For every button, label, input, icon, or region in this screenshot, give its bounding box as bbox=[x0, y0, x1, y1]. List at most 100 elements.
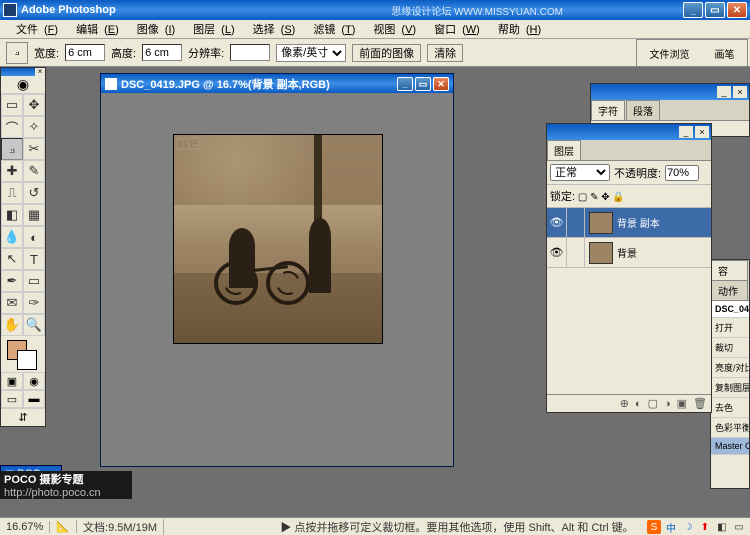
app-title: Adobe Photoshop bbox=[21, 4, 116, 16]
menu-window[interactable]: 窗口(W) bbox=[422, 19, 486, 39]
wand-tool[interactable]: ✧ bbox=[23, 116, 45, 138]
dodge-tool[interactable]: ◐ bbox=[23, 226, 45, 248]
hist-desat[interactable]: 去色 bbox=[711, 398, 749, 418]
shape-tool[interactable]: ▭ bbox=[23, 270, 45, 292]
lasso-tool[interactable]: ⌒ bbox=[1, 116, 23, 138]
menu-edit[interactable]: 编辑(E) bbox=[64, 19, 125, 39]
menu-help[interactable]: 帮助(H) bbox=[486, 19, 547, 39]
visibility-icon[interactable]: 👁 bbox=[547, 238, 567, 267]
tray-sogou-icon[interactable]: S bbox=[647, 520, 661, 534]
hist-color-balance[interactable]: 色彩平衡 bbox=[711, 418, 749, 438]
tray-ime-icon[interactable]: 中 bbox=[664, 520, 678, 534]
tray-moon-icon[interactable]: ☽ bbox=[681, 520, 695, 534]
lock-label: 锁定: bbox=[550, 191, 575, 203]
opacity-input[interactable] bbox=[665, 165, 699, 181]
dock-brushes[interactable]: 画笔 bbox=[715, 46, 735, 61]
crop-tool-icon[interactable]: ⟓ bbox=[6, 42, 28, 64]
path-tool[interactable]: ↖ bbox=[1, 248, 23, 270]
height-input[interactable] bbox=[142, 44, 182, 61]
minimize-button[interactable]: _ bbox=[683, 2, 703, 18]
hist-dup-layer[interactable]: 复制图层 bbox=[711, 378, 749, 398]
marquee-tool[interactable]: ▭ bbox=[1, 94, 23, 116]
pen-tool[interactable]: ✒ bbox=[1, 270, 23, 292]
close-button[interactable]: ✕ bbox=[727, 2, 747, 18]
layer-row-bg[interactable]: 👁 背景 bbox=[547, 238, 711, 268]
resolution-unit-select[interactable]: 像素/英寸 bbox=[276, 44, 346, 62]
eraser-tool[interactable]: ◧ bbox=[1, 204, 23, 226]
heal-tool[interactable]: ✚ bbox=[1, 160, 23, 182]
hist-doc[interactable]: DSC_04 bbox=[711, 301, 749, 318]
folder-icon[interactable]: ▢ bbox=[648, 397, 658, 410]
standard-mode-icon[interactable]: ▣ bbox=[1, 372, 23, 390]
maximize-button[interactable]: ▭ bbox=[705, 2, 725, 18]
tab-paragraph[interactable]: 段落 bbox=[626, 100, 660, 120]
menu-layer[interactable]: 图层(L) bbox=[181, 19, 240, 39]
toolbox-close[interactable]: × bbox=[35, 68, 45, 76]
doc-maximize-button[interactable]: ▭ bbox=[415, 77, 431, 91]
front-image-button[interactable]: 前面的图像 bbox=[352, 44, 421, 62]
gradient-tool[interactable]: ▦ bbox=[23, 204, 45, 226]
visibility-icon[interactable]: 👁 bbox=[547, 208, 567, 237]
screen-full-icon[interactable]: ▬ bbox=[23, 390, 45, 408]
menu-file[interactable]: 文件(F) bbox=[4, 19, 64, 39]
layer-row-copy[interactable]: 👁 背景 副本 bbox=[547, 208, 711, 238]
menu-image[interactable]: 图像(I) bbox=[125, 19, 181, 39]
document-title: DSC_0419.JPG @ 16.7%(背景 副本,RGB) bbox=[121, 76, 330, 92]
canvas[interactable]: 01'巴 bbox=[173, 134, 383, 344]
hist-crop[interactable]: 裁切 bbox=[711, 338, 749, 358]
image-content: 01'巴 bbox=[174, 135, 382, 343]
ps-eye-icon: ◉ bbox=[17, 76, 29, 93]
layers-panel-close[interactable]: × bbox=[695, 126, 709, 138]
hand-tool[interactable]: ✋ bbox=[1, 314, 23, 336]
jump-to-icon[interactable]: ⇵ bbox=[18, 411, 27, 424]
tray-pad-icon[interactable]: ▭ bbox=[732, 520, 746, 534]
menu-filter[interactable]: 滤镜(T) bbox=[301, 19, 361, 39]
mask-icon[interactable]: ◐ bbox=[635, 398, 642, 410]
tab-history[interactable]: 容 bbox=[711, 260, 748, 280]
system-tray: S 中 ☽ ⬆ ◧ ▭ bbox=[647, 520, 746, 534]
doc-minimize-button[interactable]: _ bbox=[397, 77, 413, 91]
eyedropper-tool[interactable]: ✑ bbox=[23, 292, 45, 314]
move-tool[interactable]: ✥ bbox=[23, 94, 45, 116]
hist-open[interactable]: 打开 bbox=[711, 318, 749, 338]
char-panel-close[interactable]: × bbox=[733, 86, 747, 98]
tray-update-icon[interactable]: ⬆ bbox=[698, 520, 712, 534]
width-input[interactable] bbox=[65, 44, 105, 61]
zoom-level[interactable]: 16.67% bbox=[0, 521, 50, 533]
menu-view[interactable]: 视图(V) bbox=[361, 19, 422, 39]
layers-panel-min[interactable]: _ bbox=[679, 126, 693, 138]
quickmask-icon[interactable]: ◉ bbox=[23, 372, 45, 390]
document-titlebar[interactable]: DSC_0419.JPG @ 16.7%(背景 副本,RGB) _ ▭ ✕ bbox=[101, 74, 453, 93]
poco-url: http://photo.poco.cn bbox=[4, 487, 128, 499]
screen-std-icon[interactable]: ▭ bbox=[1, 390, 23, 408]
trash-icon[interactable]: 🗑 bbox=[693, 397, 707, 410]
tab-layers[interactable]: 图层 bbox=[547, 140, 581, 160]
fx-icon[interactable]: ⊕ bbox=[620, 397, 629, 410]
background-swatch[interactable] bbox=[17, 350, 37, 370]
new-layer-icon[interactable]: ▣ bbox=[677, 397, 687, 410]
tab-character[interactable]: 字符 bbox=[591, 100, 625, 120]
menu-select[interactable]: 选择(S) bbox=[241, 19, 302, 39]
zoom-tool[interactable]: 🔍 bbox=[23, 314, 45, 336]
resolution-input[interactable] bbox=[230, 44, 270, 61]
crop-tool[interactable]: ⟓ bbox=[1, 138, 23, 160]
slice-tool[interactable]: ✂ bbox=[23, 138, 45, 160]
brush-tool[interactable]: ✎ bbox=[23, 160, 45, 182]
blur-tool[interactable]: 💧 bbox=[1, 226, 23, 248]
hist-master[interactable]: Master C bbox=[711, 438, 749, 455]
stamp-tool[interactable]: ⎍ bbox=[1, 182, 23, 204]
doc-close-button[interactable]: ✕ bbox=[433, 77, 449, 91]
type-tool[interactable]: T bbox=[23, 248, 45, 270]
char-panel-min[interactable]: _ bbox=[717, 86, 731, 98]
tab-actions[interactable]: 动作 bbox=[711, 280, 748, 300]
dock-file-browser[interactable]: 文件浏览 bbox=[650, 46, 690, 61]
history-brush-tool[interactable]: ↺ bbox=[23, 182, 45, 204]
color-swatches[interactable] bbox=[1, 336, 45, 372]
adjust-icon[interactable]: ◑ bbox=[664, 398, 671, 410]
blend-mode-select[interactable]: 正常 bbox=[550, 164, 610, 181]
clear-button[interactable]: 清除 bbox=[427, 44, 463, 62]
tray-keyboard-icon[interactable]: ◧ bbox=[715, 520, 729, 534]
hist-brightness[interactable]: 亮度/对比 bbox=[711, 358, 749, 378]
doc-size[interactable]: 文档:9.5M/19M bbox=[77, 519, 164, 535]
notes-tool[interactable]: ✉ bbox=[1, 292, 23, 314]
